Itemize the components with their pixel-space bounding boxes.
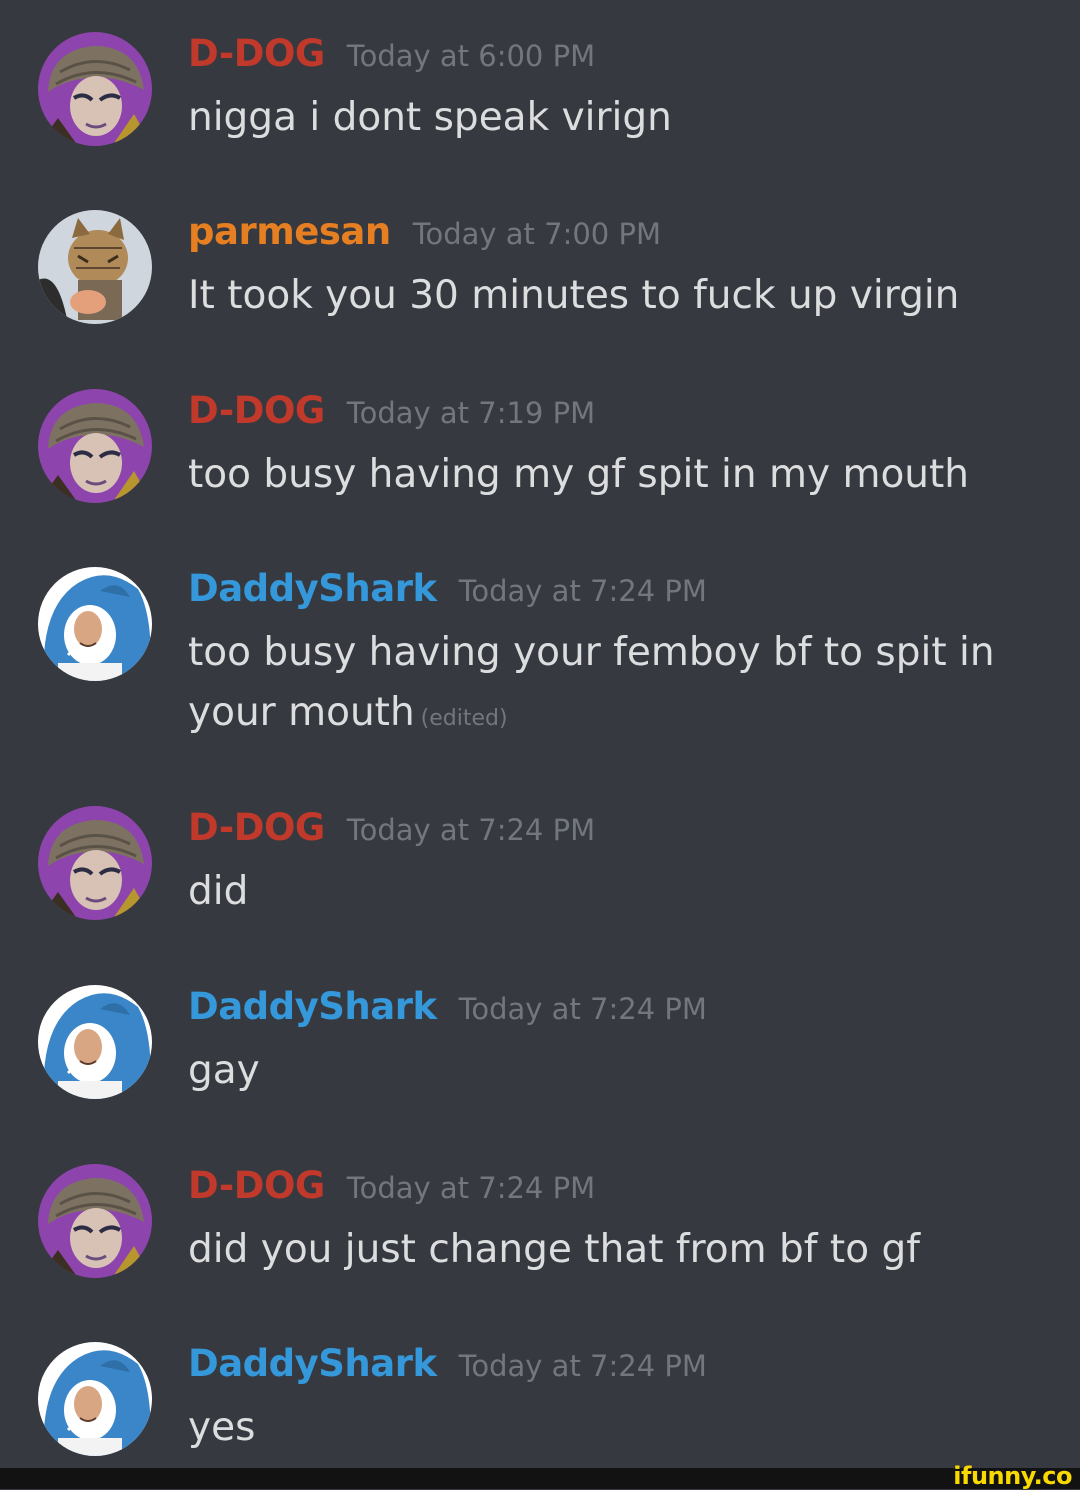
edited-label: (edited)	[420, 706, 508, 731]
ifunny-watermark: ifunny.co	[953, 1462, 1072, 1490]
message-header: parmesan Today at 7:00 PM	[188, 210, 661, 253]
author-name[interactable]: D-DOG	[188, 1164, 325, 1207]
message-header: DaddyShark Today at 7:24 PM	[188, 567, 707, 610]
message-header: D-DOG Today at 7:24 PM	[188, 806, 595, 849]
message-text: nigga i dont speak virign	[188, 95, 672, 140]
message-body: too busy having your femboy bf to spit i…	[188, 630, 995, 735]
timestamp: Today at 7:24 PM	[346, 1171, 596, 1205]
timestamp: Today at 6:00 PM	[346, 39, 596, 73]
message-text: too busy having my gf spit in my mouth	[188, 452, 970, 497]
helmeted-character-avatar-icon[interactable]	[38, 806, 152, 920]
author-name[interactable]: D-DOG	[188, 389, 325, 432]
message-text: gay	[188, 1048, 260, 1093]
message-header: D-DOG Today at 7:19 PM	[188, 389, 595, 432]
shark-costume-avatar-icon[interactable]	[38, 567, 152, 681]
message-text: yes	[188, 1405, 256, 1450]
timestamp: Today at 7:24 PM	[458, 574, 707, 608]
timestamp: Today at 7:24 PM	[458, 1349, 707, 1383]
message-header: DaddyShark Today at 7:24 PM	[188, 985, 707, 1028]
author-name[interactable]: parmesan	[188, 210, 391, 253]
author-name[interactable]: D-DOG	[188, 32, 325, 75]
timestamp: Today at 7:24 PM	[346, 813, 596, 847]
chat-message-list: D-DOG Today at 6:00 PM nigga i dont speak…	[0, 0, 1080, 1468]
timestamp: Today at 7:00 PM	[412, 217, 661, 251]
message-header: D-DOG Today at 7:24 PM	[188, 1164, 595, 1207]
watermark-bar	[0, 1468, 1080, 1489]
author-name[interactable]: DaddyShark	[188, 1342, 437, 1385]
helmeted-character-avatar-icon[interactable]	[38, 1164, 152, 1278]
author-name[interactable]: D-DOG	[188, 806, 325, 849]
timestamp: Today at 7:24 PM	[458, 992, 707, 1026]
helmeted-character-avatar-icon[interactable]	[38, 32, 152, 146]
message-text: did you just change that from bf to gf	[188, 1227, 920, 1272]
shark-costume-avatar-icon[interactable]	[38, 1342, 152, 1456]
message-text: did	[188, 869, 249, 914]
shark-costume-avatar-icon[interactable]	[38, 985, 152, 1099]
message-text: too busy having your femboy bf to spit i…	[188, 623, 1048, 749]
message-text: It took you 30 minutes to fuck up virgin	[188, 273, 960, 318]
cat-avatar-icon[interactable]	[38, 210, 152, 324]
author-name[interactable]: DaddyShark	[188, 985, 437, 1028]
timestamp: Today at 7:19 PM	[346, 396, 596, 430]
helmeted-character-avatar-icon[interactable]	[38, 389, 152, 503]
author-name[interactable]: DaddyShark	[188, 567, 437, 610]
message-header: DaddyShark Today at 7:24 PM	[188, 1342, 707, 1385]
message-header: D-DOG Today at 6:00 PM	[188, 32, 595, 75]
